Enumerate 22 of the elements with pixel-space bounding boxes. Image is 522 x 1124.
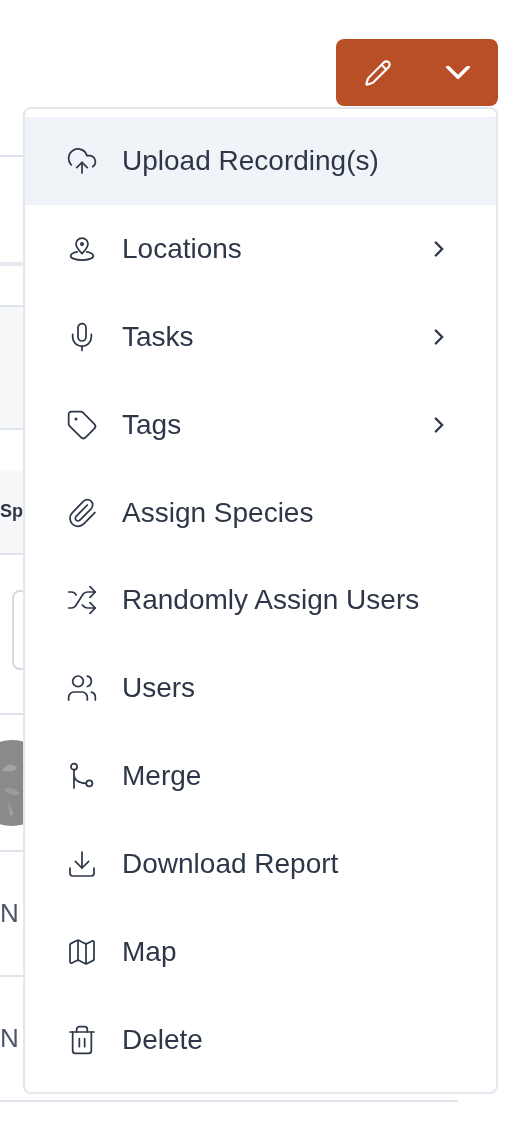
- edit-dropdown-button[interactable]: [336, 39, 498, 106]
- menu-item-label: Download Report: [122, 847, 340, 882]
- menu-item-label: Assign Species: [122, 495, 315, 530]
- trash-icon: [66, 1024, 98, 1056]
- menu-item-label: Randomly Assign Users: [122, 583, 421, 618]
- menu-item-label: Map: [122, 935, 178, 970]
- pencil-icon: [364, 58, 392, 87]
- table-cell-text: N: [0, 897, 19, 930]
- chevron-down-icon: [446, 66, 470, 79]
- menu-item-label: Users: [122, 671, 197, 706]
- menu-item[interactable]: Upload Recording(s): [25, 117, 496, 205]
- tag-icon: [66, 408, 98, 441]
- menu-item-label: Delete: [122, 1023, 204, 1057]
- menu-item-label: Tasks: [122, 319, 195, 354]
- menu-item-label: Locations: [122, 231, 243, 266]
- shuffle-icon: [66, 584, 98, 617]
- menu-item-label: Upload Recording(s): [122, 143, 380, 178]
- table-cell-text: N: [0, 1022, 19, 1055]
- section-heading: Sp: [0, 500, 23, 523]
- paperclip-icon: [66, 496, 98, 529]
- menu-item-label: Tags: [122, 407, 183, 442]
- menu-item-label: Merge: [122, 759, 203, 794]
